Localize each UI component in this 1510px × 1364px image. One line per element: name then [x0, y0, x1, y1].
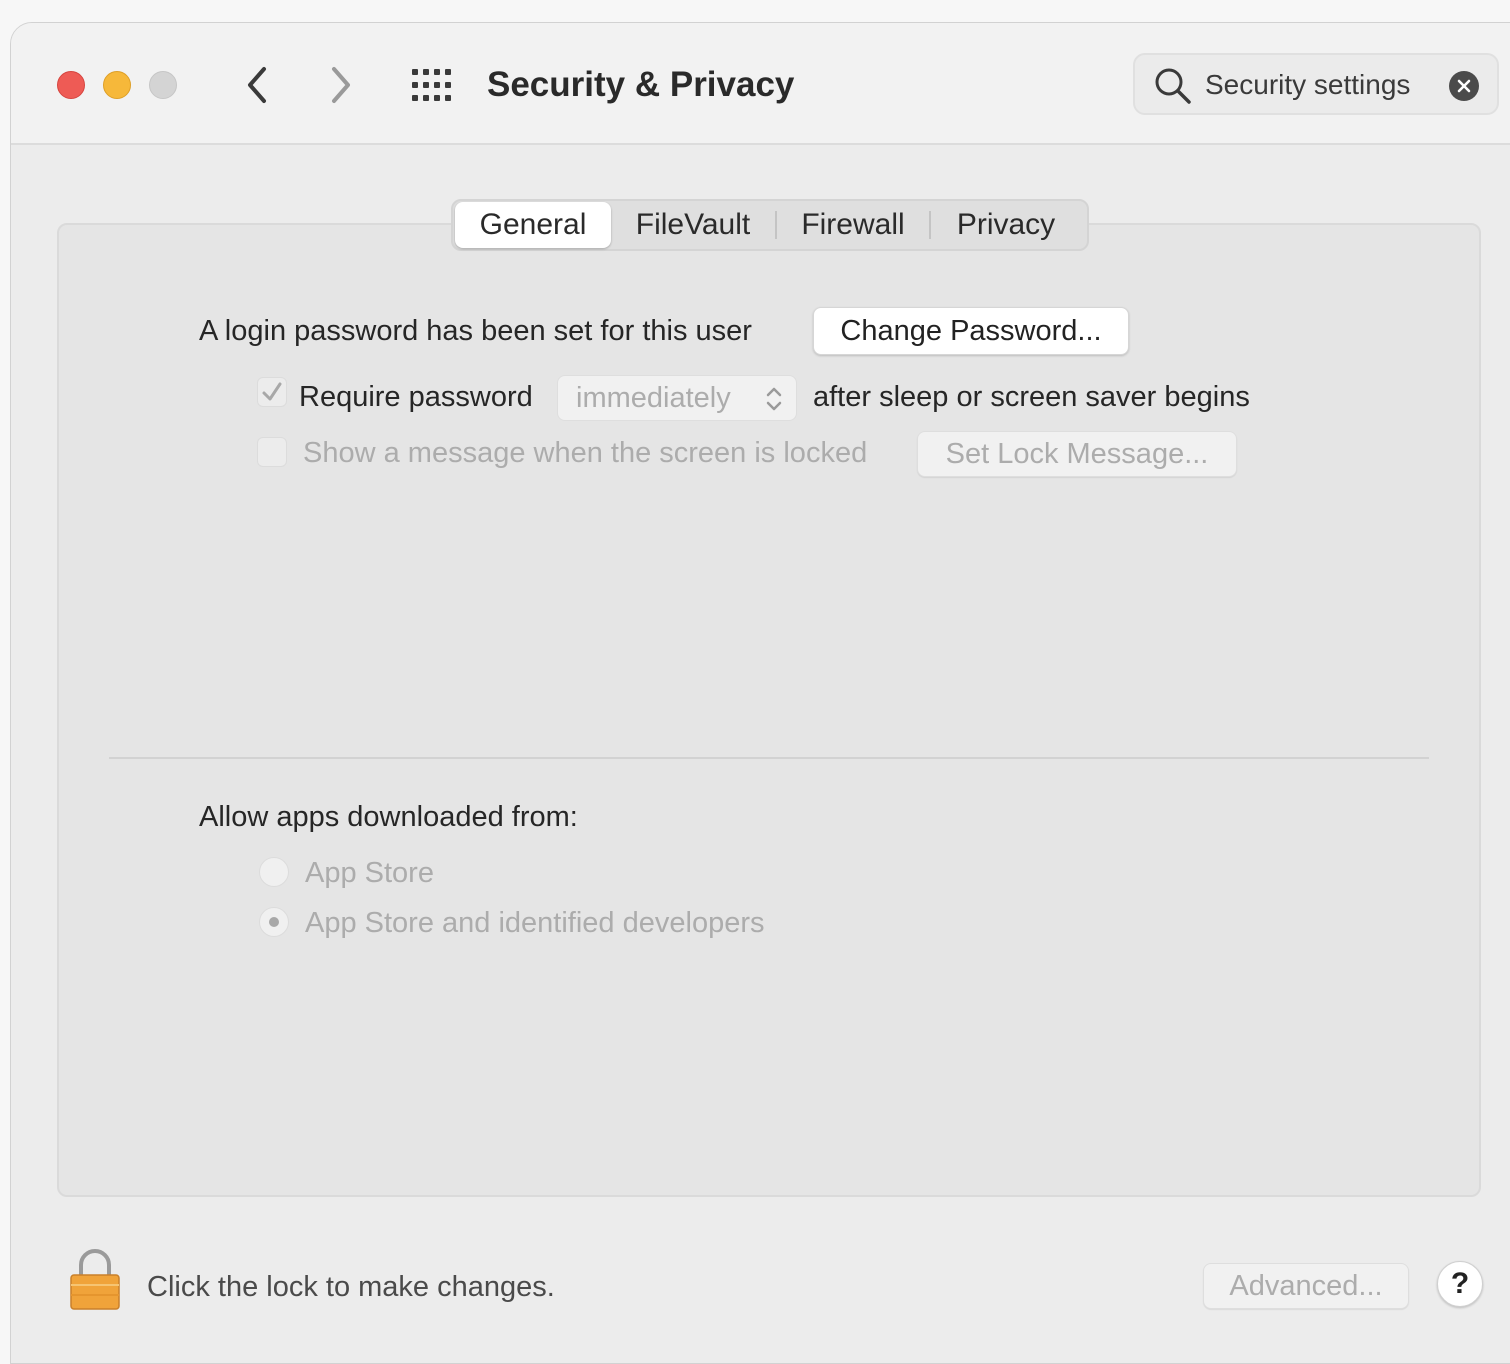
- advanced-button[interactable]: Advanced...: [1203, 1263, 1409, 1309]
- after-sleep-text: after sleep or screen saver begins: [813, 381, 1250, 413]
- clear-search-button[interactable]: [1449, 71, 1479, 101]
- tab-bar: General FileVault Firewall Privacy: [451, 199, 1089, 251]
- help-button[interactable]: ?: [1437, 1261, 1483, 1307]
- show-message-checkbox[interactable]: [257, 437, 287, 467]
- general-panel: [57, 223, 1481, 1197]
- section-divider: [109, 757, 1429, 759]
- require-password-checkbox[interactable]: [257, 377, 287, 407]
- radio-app-store-label: App Store: [305, 857, 434, 889]
- forward-button[interactable]: [321, 63, 361, 107]
- minimize-window-button[interactable]: [103, 71, 131, 99]
- search-input-value[interactable]: Security settings: [1205, 67, 1410, 103]
- allow-apps-heading: Allow apps downloaded from:: [199, 801, 578, 833]
- back-button[interactable]: [237, 63, 277, 107]
- set-lock-message-button[interactable]: Set Lock Message...: [917, 431, 1237, 477]
- radio-app-store[interactable]: [259, 857, 289, 887]
- lock-icon[interactable]: [67, 1247, 123, 1313]
- lock-instruction-text: Click the lock to make changes.: [147, 1271, 555, 1303]
- tab-general[interactable]: General: [455, 202, 611, 248]
- title-bar: Security & Privacy Security settings: [11, 23, 1510, 145]
- close-icon: [1457, 79, 1471, 93]
- require-password-delay-value: immediately: [576, 382, 731, 414]
- radio-app-store-identified[interactable]: [259, 907, 289, 937]
- tab-filevault[interactable]: FileVault: [611, 202, 775, 248]
- system-preferences-window: Security & Privacy Security settings Gen…: [10, 22, 1510, 1364]
- show-all-button[interactable]: [409, 65, 455, 105]
- radio-app-store-identified-label: App Store and identified developers: [305, 907, 765, 939]
- require-password-label: Require password: [299, 381, 533, 413]
- chevron-left-icon: [248, 67, 266, 103]
- change-password-button[interactable]: Change Password...: [813, 307, 1129, 355]
- window-title: Security & Privacy: [487, 65, 795, 104]
- checkmark-icon: [262, 382, 282, 401]
- show-message-label: Show a message when the screen is locked: [303, 437, 868, 469]
- search-field[interactable]: Security settings: [1133, 53, 1499, 115]
- chevron-up-down-icon: [766, 387, 782, 411]
- login-password-text: A login password has been set for this u…: [199, 315, 752, 347]
- search-icon: [1155, 68, 1191, 104]
- chevron-right-icon: [332, 67, 350, 103]
- tab-privacy[interactable]: Privacy: [931, 202, 1081, 248]
- zoom-window-button[interactable]: [149, 71, 177, 99]
- close-window-button[interactable]: [57, 71, 85, 99]
- tab-firewall[interactable]: Firewall: [777, 202, 929, 248]
- radio-selected-dot: [269, 917, 279, 927]
- require-password-delay-popup[interactable]: immediately: [557, 375, 797, 421]
- grid-icon: [412, 69, 451, 101]
